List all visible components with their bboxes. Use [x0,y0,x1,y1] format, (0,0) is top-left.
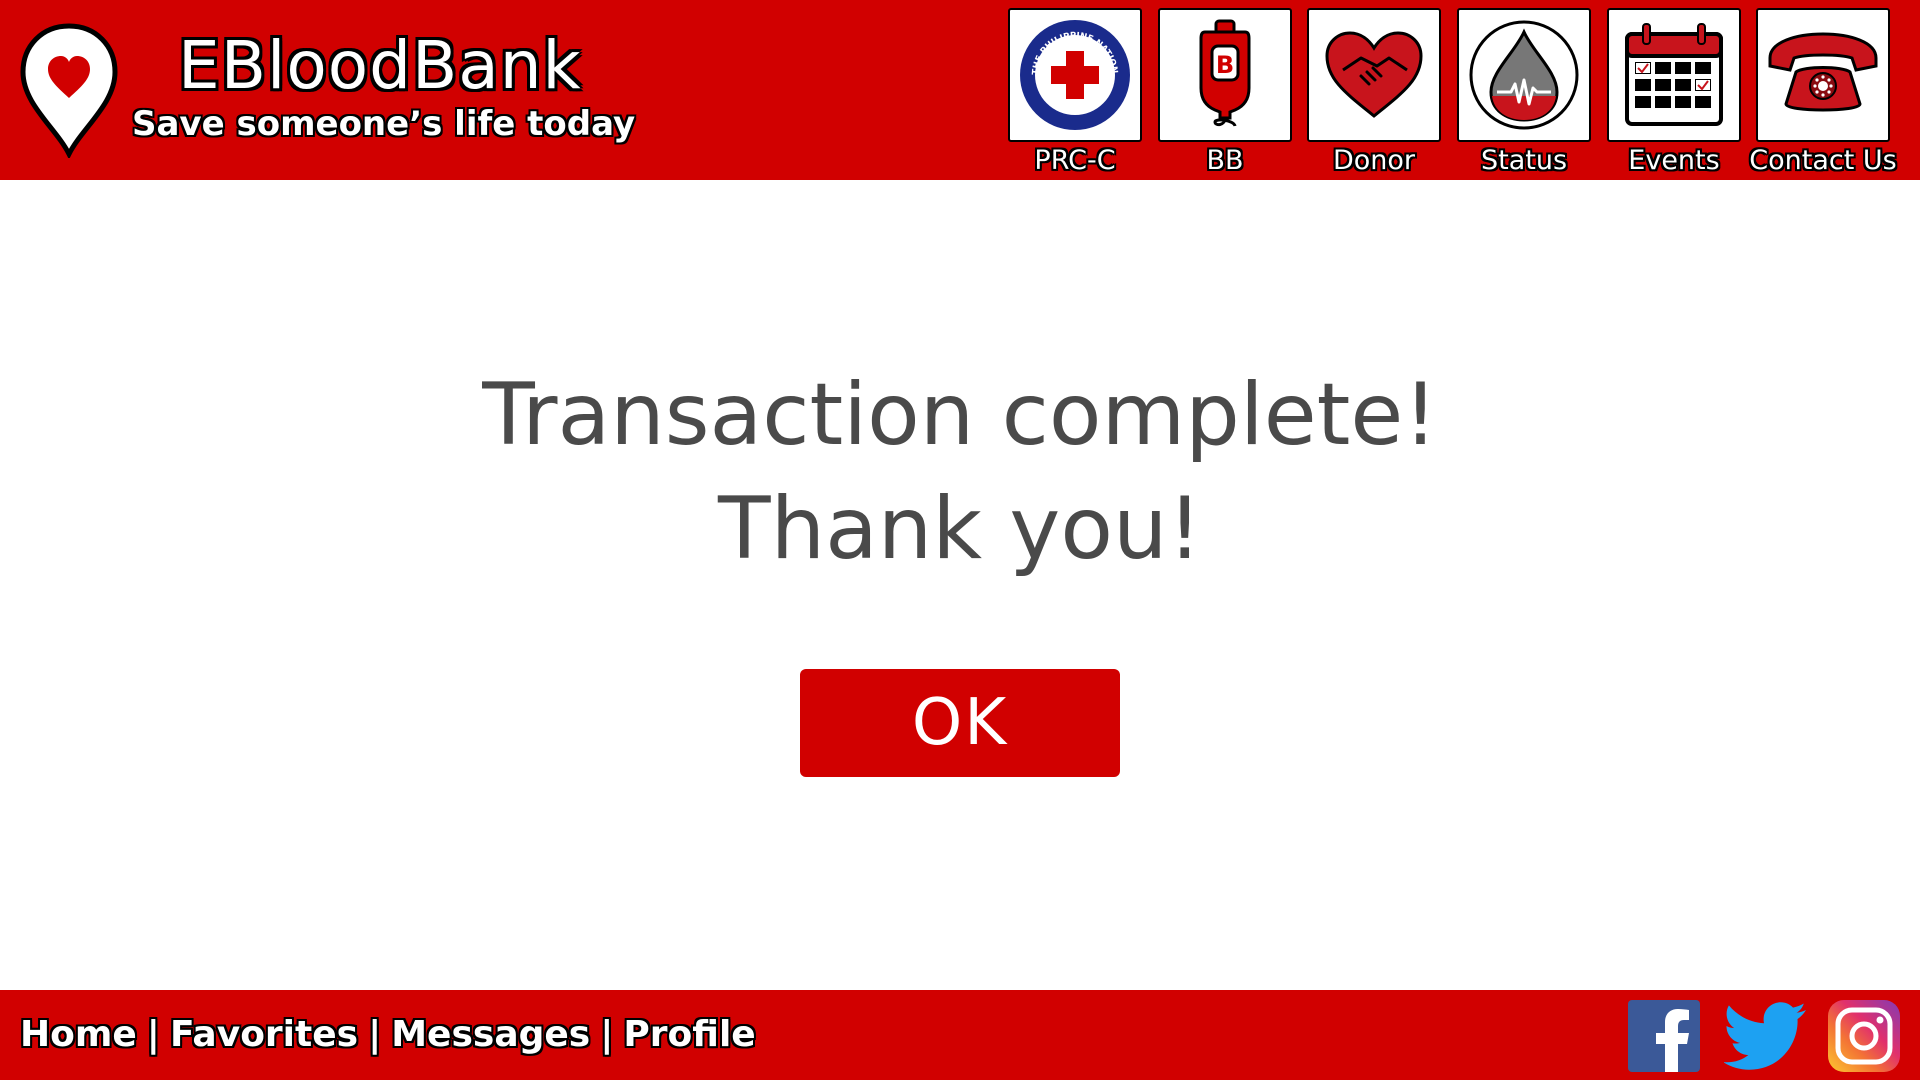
philippine-red-cross-icon: THE PHILIPPINE NATIONAL RED CROSS [1018,18,1130,130]
nav-label-donor: Donor [1332,145,1416,176]
facebook-icon [1628,1000,1700,1072]
ok-button[interactable]: OK [800,669,1120,777]
nav-tile-status[interactable] [1457,8,1591,142]
facebook-link[interactable] [1628,1000,1700,1072]
blood-bag-icon: B [1199,19,1251,127]
message-line-thank-you: Thank you! [718,479,1202,579]
footer-separator: | [368,1014,382,1055]
app-tagline: Save someone’s life today [132,104,636,144]
heart-location-pin-icon[interactable] [18,22,120,158]
nav-item-status[interactable]: Status [1457,8,1591,180]
nav-item-bb[interactable]: B BB [1158,8,1292,180]
nav-label-contact-us: Contact Us [1749,145,1897,176]
footer-separator: | [600,1014,614,1055]
confirmation-message: Transaction complete! Thank you! [360,358,1560,586]
calendar-icon [1625,23,1723,126]
twitter-link[interactable] [1724,1000,1808,1072]
blood-drop-status-icon [1469,20,1579,130]
instagram-icon [1828,1000,1900,1072]
nav-label-bb: BB [1206,145,1244,176]
telephone-icon [1768,32,1878,112]
footer-link-home[interactable]: Home [20,1014,137,1055]
nav-item-prc-c[interactable]: THE PHILIPPINE NATIONAL RED CROSS PRC-C [1008,8,1142,180]
nav-tile-donor[interactable] [1307,8,1441,142]
nav-item-contact-us[interactable]: Contact Us [1749,8,1897,180]
heart-handshake-icon [1325,31,1423,118]
header-bar: EBloodBank Save someone’s life today THE… [0,0,1920,180]
nav-label-status: Status [1480,145,1568,176]
app-title: EBloodBank [178,27,582,104]
nav-item-events[interactable]: Events [1607,8,1741,180]
footer-link-favorites[interactable]: Favorites [170,1014,358,1055]
message-line-transaction-complete: Transaction complete! [482,365,1438,465]
instagram-link[interactable] [1828,1000,1900,1072]
nav-item-donor[interactable]: Donor [1307,8,1441,180]
nav-tile-prc-c[interactable]: THE PHILIPPINE NATIONAL RED CROSS [1008,8,1142,142]
footer-nav: Home | Favorites | Messages | Profile [20,1010,756,1060]
nav-tile-bb[interactable]: B [1158,8,1292,142]
blood-bag-letter: B [1216,51,1234,79]
nav-label-events: Events [1628,145,1720,176]
twitter-icon [1724,1002,1806,1070]
footer-separator: | [146,1014,160,1055]
footer-bar: Home | Favorites | Messages | Profile [0,990,1920,1080]
footer-link-messages[interactable]: Messages [391,1014,590,1055]
nav-tile-contact-us[interactable] [1756,8,1890,142]
nav-tile-events[interactable] [1607,8,1741,142]
footer-link-profile[interactable]: Profile [623,1014,755,1055]
nav-label-prc-c: PRC-C [1034,145,1116,176]
